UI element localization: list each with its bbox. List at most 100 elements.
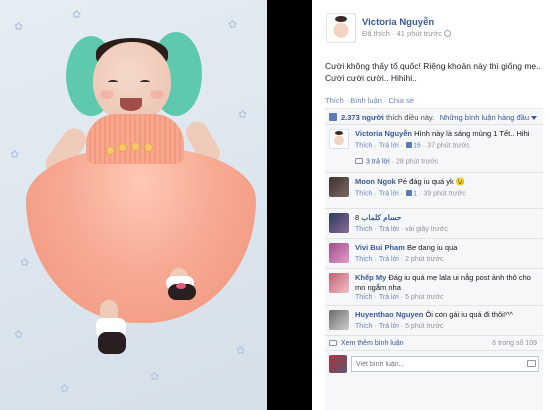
comment-like-link[interactable]: Thích [355, 191, 373, 198]
comment-body: Moon Ngok Pé đág iu quá yk 😉 [355, 177, 541, 187]
comment-time[interactable]: 39 phút trước [423, 191, 465, 198]
comment-author[interactable]: Khếp My [355, 273, 386, 282]
comment-reply-link[interactable]: Trả lời [379, 323, 399, 330]
comment-text: Ôi con gái iu quá đi thôi!^^ [425, 310, 513, 319]
comment-like-link[interactable]: Thích [355, 256, 373, 263]
likes-count-text[interactable]: 2.373 người thích điều này. [341, 113, 434, 122]
blanket-pattern: ✿ [10, 149, 20, 161]
comment-like-count[interactable]: 16 [413, 143, 421, 150]
comment-item: Moon Ngok Pé đág iu quá yk 😉 Thích · Trả l… [325, 173, 543, 209]
blanket-pattern: ✿ [228, 19, 238, 31]
comment-avatar[interactable] [329, 243, 349, 263]
camera-icon[interactable] [527, 360, 536, 367]
comment-like-count[interactable]: 1 [413, 191, 417, 198]
comment-reply-link[interactable]: Trả lời [379, 294, 399, 301]
comment-like-link[interactable]: Thích [355, 294, 373, 301]
comment-composer [325, 352, 543, 376]
comment-avatar[interactable] [329, 310, 349, 330]
dress-flower [131, 142, 140, 151]
comment-text: 8 [355, 213, 360, 222]
comment-time[interactable]: 37 phút trước [427, 143, 469, 150]
comment-body: Huyenthao Nguyen Ôi con gái iu quá đi th… [355, 310, 541, 320]
dress-flower [106, 146, 115, 155]
comment-meta: Thích · Trả lời · 16 · 37 phút trước [355, 142, 470, 150]
baby-shoe-left [98, 332, 126, 354]
comment-time[interactable]: 5 phút trước [405, 294, 443, 301]
comment-reply-link[interactable]: Trả lời [379, 256, 399, 263]
comment-avatar[interactable] [329, 213, 349, 233]
photo-viewer: ✿ ✿ ✿ ✿ ✿ ✿ ✿ ✿ ✿ ✿ Victoria Nguyễn Đã t… [0, 0, 550, 410]
comment-item: Victoria Nguyễn Hình này là sáng mùng 1 … [325, 125, 543, 173]
likes-suffix: thích điều này. [385, 113, 435, 122]
comment-author[interactable]: Vivi Bui Pham [355, 243, 405, 252]
comment-author[interactable]: حسام كلماب [361, 213, 401, 222]
baby-mouth [120, 98, 142, 111]
comment-time[interactable]: vài giây trước [405, 226, 448, 233]
globe-icon [443, 30, 451, 37]
comment-sort-dropdown[interactable]: Những bình luận hàng đầu [440, 113, 537, 122]
comment-reply-link[interactable]: Trả lời [379, 226, 399, 233]
share-link[interactable]: Chia sẻ [388, 96, 413, 105]
comment-bubble-icon [329, 340, 337, 346]
blanket-pattern: ✿ [60, 383, 70, 395]
comment-time[interactable]: 2 phút trước [405, 256, 443, 263]
replies-link[interactable]: 3 trả lời · 28 phút trước [355, 158, 541, 172]
comment-meta: Thích · Trả lời · 5 phút trước [355, 323, 444, 330]
like-thumb-icon [406, 190, 413, 196]
comment-meta: Thích · Trả lời · 5 phút trước [355, 294, 444, 301]
comment-link[interactable]: Bình luận [350, 96, 382, 105]
like-thumb-icon [406, 142, 413, 148]
likes-count[interactable]: 2.373 người [341, 113, 384, 122]
blanket-pattern: ✿ [236, 345, 246, 357]
blanket-pattern: ✿ [14, 329, 24, 341]
comment-author[interactable]: Huyenthao Nguyen [355, 310, 423, 319]
like-link[interactable]: Thích [325, 96, 344, 105]
comment-reply-link[interactable]: Trả lời [379, 143, 399, 150]
view-more-comments[interactable]: Xem thêm bình luận 6 trong số 109 [325, 336, 543, 351]
baby-cheek [100, 90, 114, 99]
post-actions: Thích · Bình luận · Chia sẻ [325, 96, 414, 105]
comment-like-link[interactable]: Thích [355, 143, 373, 150]
comment-time[interactable]: 5 phút trước [405, 323, 443, 330]
sort-label: Những bình luận hàng đầu [439, 113, 529, 122]
reply-arrow-icon [355, 158, 363, 164]
comment-avatar[interactable] [329, 177, 349, 197]
comment-meta: Thích · Trả lời · 1 · 39 phút trước [355, 190, 466, 198]
baby-cheek [150, 90, 164, 99]
author-avatar[interactable] [326, 13, 356, 43]
comment-author[interactable]: Victoria Nguyễn [355, 129, 412, 138]
comment-like-link[interactable]: Thích [355, 323, 373, 330]
blanket-pattern: ✿ [238, 109, 248, 121]
comment-count: 6 trong số 109 [492, 340, 537, 347]
comment-body: Vivi Bui Pham Be dang iu qua [355, 243, 541, 253]
viewer-avatar [329, 355, 347, 373]
post-author-name[interactable]: Victoria Nguyễn [362, 17, 434, 28]
likes-summary: 2.373 người thích điều này. Những bình l… [325, 109, 543, 125]
comment-text: Hình này là sáng mùng 1 Tết.. Hihi [414, 129, 530, 138]
comment-panel: Victoria Nguyễn Đã thích · 41 phút trước… [312, 0, 550, 410]
comment-author[interactable]: Moon Ngok [355, 177, 396, 186]
post-caption: Cười không thấy tổ quốc! Riêng khoản này… [325, 61, 541, 83]
view-more-label[interactable]: Xem thêm bình luận [341, 340, 404, 347]
dress-skirt [26, 148, 256, 323]
comment-text: Pé đág iu quá yk 😉 [397, 177, 466, 186]
baby-photo[interactable]: ✿ ✿ ✿ ✿ ✿ ✿ ✿ ✿ ✿ ✿ [0, 0, 267, 410]
post-meta: Đã thích · 41 phút trước [362, 29, 451, 38]
dress-flower [144, 143, 153, 152]
comments-section: 2.373 người thích điều này. Những bình l… [325, 108, 543, 410]
comment-input[interactable] [351, 356, 539, 372]
replies-count[interactable]: 3 trả lời [366, 159, 390, 166]
comment-like-link[interactable]: Thích [355, 226, 373, 233]
comment-avatar[interactable] [329, 129, 349, 149]
comment-meta: Thích · Trả lời · 2 phút trước [355, 256, 444, 263]
comment-body: حسام كلماب 8 [355, 213, 541, 223]
comment-body: Khếp My Đág iu quá mẹ lala ui nắg post ả… [355, 273, 541, 293]
comment-item: حسام كلماب 8 Thích · Trả lời · vài giây trướ… [325, 209, 543, 239]
blanket-pattern: ✿ [150, 371, 160, 383]
comment-reply-link[interactable]: Trả lời [379, 191, 399, 198]
comment-item: Huyenthao Nguyen Ôi con gái iu quá đi th… [325, 306, 543, 336]
post-time[interactable]: Đã thích · 41 phút trước [362, 29, 442, 38]
comment-avatar[interactable] [329, 273, 349, 293]
caret-down-icon [531, 116, 537, 120]
blanket-pattern: ✿ [72, 9, 82, 21]
